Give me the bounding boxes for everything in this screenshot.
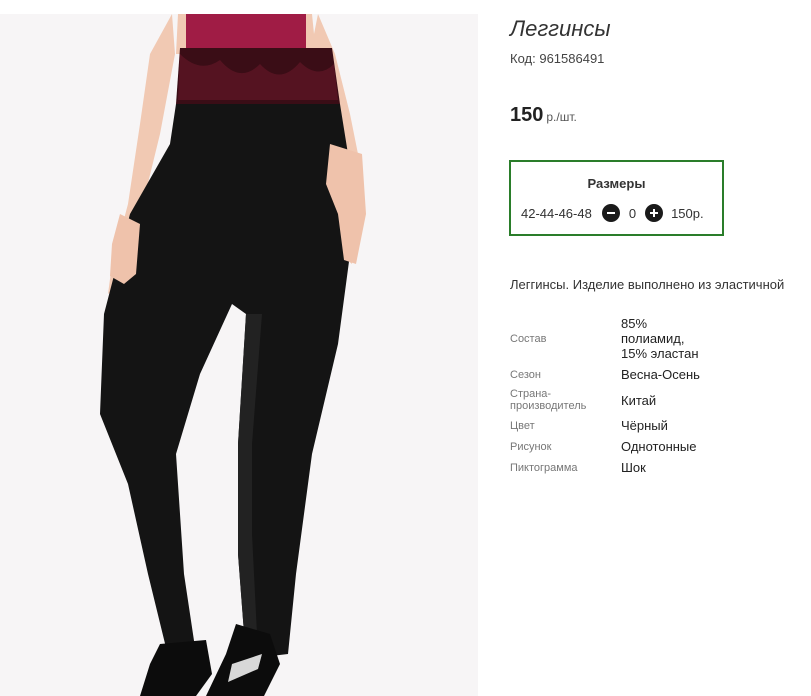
property-value: Весна-Осень <box>621 367 700 382</box>
minus-circle-icon[interactable] <box>601 204 620 222</box>
product-code-label: Код: <box>510 51 536 66</box>
size-row-price: 150р. <box>671 205 704 221</box>
product-description: Леггинсы. Изделие выполнено из эластично… <box>510 277 785 292</box>
quantity-value: 0 <box>628 205 637 221</box>
price-value: 150 <box>510 104 544 126</box>
property-key: Пиктограмма <box>510 461 578 474</box>
size-range: 42-44-46-48 <box>521 205 592 221</box>
property-key: Сезон <box>510 368 541 381</box>
price: 150 р./шт. <box>510 104 577 127</box>
product-photo <box>0 14 478 696</box>
table-row: Состав 85% полиамид, 15% эластан <box>510 314 706 365</box>
table-row: Страна-производитель Китай <box>510 386 706 416</box>
product-code-value: 961586491 <box>539 51 605 66</box>
property-value: Шок <box>621 460 646 475</box>
leggings-image <box>100 14 366 696</box>
product-title: Леггинсы <box>510 16 611 41</box>
table-row: Цвет Чёрный <box>510 416 706 437</box>
table-row: Рисунок Однотонные <box>510 437 706 458</box>
property-key: Рисунок <box>510 440 552 453</box>
property-value: Чёрный <box>621 418 668 433</box>
plus-circle-icon[interactable] <box>645 204 664 222</box>
table-row: Пиктограмма Шок <box>510 458 706 479</box>
property-key: Страна-производитель <box>510 388 587 412</box>
properties-table: Состав 85% полиамид, 15% эластан Сезон В… <box>510 314 706 479</box>
sizes-box: Размеры 42-44-46-48 0 150р. <box>509 160 724 236</box>
size-row: 42-44-46-48 0 150р. <box>521 204 704 222</box>
property-key: Цвет <box>510 419 535 432</box>
property-value: Однотонные <box>621 439 697 454</box>
property-value: 85% полиамид, 15% эластан <box>621 316 699 361</box>
property-key: Состав <box>510 332 547 345</box>
product-code: Код: 961586491 <box>510 51 604 66</box>
sizes-heading: Размеры <box>587 176 646 191</box>
table-row: Сезон Весна-Осень <box>510 365 706 386</box>
property-value: Китай <box>621 392 657 408</box>
price-unit: р./шт. <box>546 110 577 124</box>
